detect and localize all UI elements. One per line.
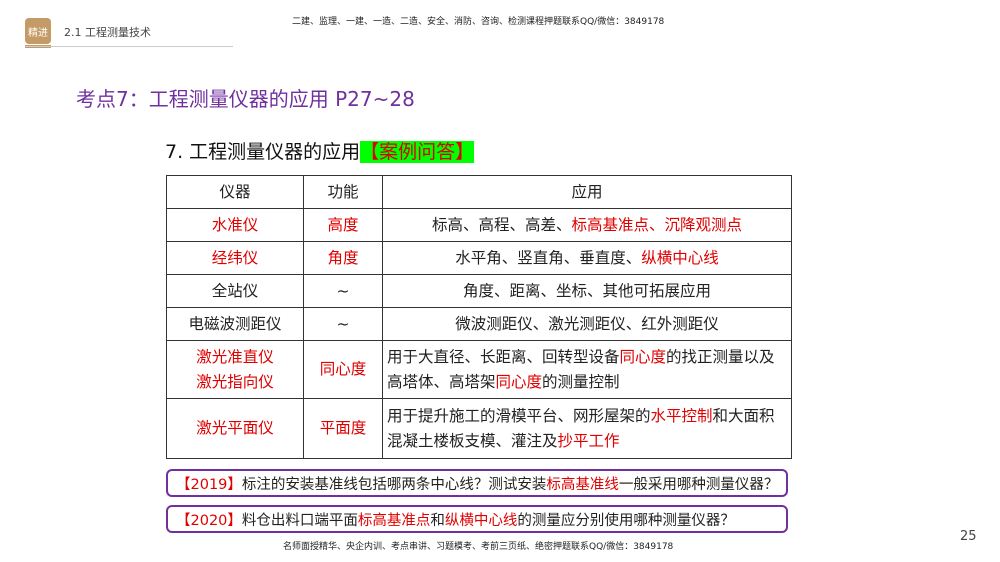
highlighted-text: 纵横中心线: [444, 513, 518, 529]
table-row: 激光准直仪 激光指向仪 同心度 用于大直径、长距离、回转型设备同心度的找正测量以及高塔…: [166, 340, 792, 399]
subtitle: 7. 工程测量仪器的应用【案例问答】: [165, 137, 475, 164]
function-cell: 同心度: [303, 340, 383, 399]
text-segment: ~: [336, 314, 350, 333]
function-cell: ~: [303, 274, 383, 308]
highlighted-text: 平面度: [319, 419, 367, 437]
instrument-cell: 电磁波测距仪: [166, 307, 304, 341]
brand-badge: 精进: [25, 18, 51, 44]
function-cell: 平面度: [303, 398, 383, 459]
question-2020: 【2020】料仓出料口端平面标高基准点和纵横中心线的测量应分别使用哪种测量仪器？: [166, 505, 788, 533]
table-row: 水准仪 高度 标高、高程、高差、标高基准点、沉降观测点: [166, 208, 792, 242]
text-segment: 角度、距离、坐标、其他可拓展应用: [462, 281, 711, 300]
instrument-cell: 激光平面仪: [166, 398, 304, 459]
header-cell: 功能: [303, 175, 383, 209]
text-segment: 的测量控制: [542, 372, 620, 391]
text-segment: 全站仪: [211, 281, 259, 300]
instrument-cell: 激光准直仪激光指向仪: [166, 340, 304, 399]
text-segment: 微波测距仪、激光测距仪、红外测距仪: [455, 314, 719, 333]
text-segment: 用于大直径、长距离、回转型设备: [387, 347, 620, 366]
text-segment: 和: [430, 513, 445, 529]
instrument-cell: 水准仪: [166, 208, 304, 242]
text-segment: 的测量应分别使用哪种测量仪器？: [517, 513, 735, 529]
function-cell: 角度: [303, 241, 383, 275]
highlighted-text: 标高基准点、沉降观测点: [571, 215, 743, 234]
highlighted-text: 标高基准线: [546, 477, 619, 493]
highlighted-text: 【2020】: [176, 513, 242, 529]
text-segment: 料仓出料口端平面: [241, 513, 358, 529]
highlighted-text: 同心度: [495, 372, 543, 391]
subtitle-highlight: 【案例问答】: [360, 141, 475, 163]
function-cell: 高度: [303, 208, 383, 242]
highlighted-text: 水准仪: [211, 215, 259, 234]
highlighted-text: 水平控制: [650, 406, 713, 425]
highlighted-text: 抄平工作: [557, 431, 620, 450]
application-cell: 用于提升施工的滑模平台、网形屋架的水平控制和大面积混凝土楼板支模、灌注及抄平工作: [382, 398, 792, 459]
highlighted-text: 激光指向仪: [196, 372, 274, 391]
application-cell: 标高、高程、高差、标高基准点、沉降观测点: [382, 208, 792, 242]
highlighted-text: 纵横中心线: [641, 248, 719, 267]
top-note: 二建、监理、一建、一造、二造、安全、消防、咨询、检测课程押题联系QQ/微信：38…: [292, 17, 665, 27]
application-cell: 角度、距离、坐标、其他可拓展应用: [382, 274, 792, 308]
text-segment: 水平角、竖直角、垂直度、: [455, 248, 642, 267]
footer-note: 名师面授精华、央企内训、考点串讲、习题模考、考前三页纸、绝密押题联系QQ/微信：…: [283, 542, 674, 552]
highlighted-text: 角度: [327, 248, 359, 267]
text-segment: 用于提升施工的滑模平台、网形屋架的: [387, 406, 651, 425]
highlighted-text: 同心度: [619, 347, 667, 366]
text-segment: 一般采用哪种测量仪器？: [618, 477, 779, 493]
highlighted-text: 经纬仪: [211, 248, 259, 267]
text-segment: 电磁波测距仪: [188, 314, 282, 333]
function-cell: ~: [303, 307, 383, 341]
table-row: 激光平面仪 平面度 用于提升施工的滑模平台、网形屋架的水平控制和大面积混凝土楼板支模…: [166, 398, 792, 459]
highlighted-text: 激光准直仪: [196, 347, 274, 366]
highlighted-text: 同心度: [319, 360, 367, 378]
table-header-row: 仪器 功能 应用: [166, 175, 792, 209]
instrument-table: 仪器 功能 应用 水准仪 高度 标高、高程、高差、标高基准点、沉降观测点 经纬仪 角度水…: [166, 175, 792, 459]
application-cell: 用于大直径、长距离、回转型设备同心度的找正测量以及高塔体、高塔架同心度的测量控制: [382, 340, 792, 399]
highlighted-text: 标高基准点: [357, 513, 431, 529]
table-row: 电磁波测距仪 ~ 微波测距仪、激光测距仪、红外测距仪: [166, 307, 792, 341]
table-row: 经纬仪 角度 水平角、竖直角、垂直度、纵横中心线: [166, 241, 792, 275]
text-segment: 标高、高程、高差、: [431, 215, 572, 234]
table-row: 全站仪 ~ 角度、距离、坐标、其他可拓展应用: [166, 274, 792, 308]
subtitle-text: 7. 工程测量仪器的应用: [165, 141, 361, 163]
highlighted-text: 高度: [327, 215, 359, 234]
highlighted-text: 激光平面仪: [196, 419, 274, 437]
text-segment: 标注的安装基准线包括哪两条中心线？测试安装: [241, 477, 547, 493]
header-divider: [25, 46, 233, 47]
highlighted-text: 【2019】: [176, 477, 242, 493]
application-cell: 水平角、竖直角、垂直度、纵横中心线: [382, 241, 792, 275]
instrument-cell: 全站仪: [166, 274, 304, 308]
page-number: 25: [960, 529, 977, 544]
text-segment: ~: [336, 281, 350, 300]
page-title: 考点7：工程测量仪器的应用 P27~28: [76, 87, 415, 111]
header-cell: 应用: [382, 175, 792, 209]
header-cell: 仪器: [166, 175, 304, 209]
section-label: 2.1 工程测量技术: [64, 26, 151, 39]
question-2019: 【2019】标注的安装基准线包括哪两条中心线？测试安装标高基准线一般采用哪种测量…: [166, 469, 788, 497]
instrument-cell: 经纬仪: [166, 241, 304, 275]
application-cell: 微波测距仪、激光测距仪、红外测距仪: [382, 307, 792, 341]
